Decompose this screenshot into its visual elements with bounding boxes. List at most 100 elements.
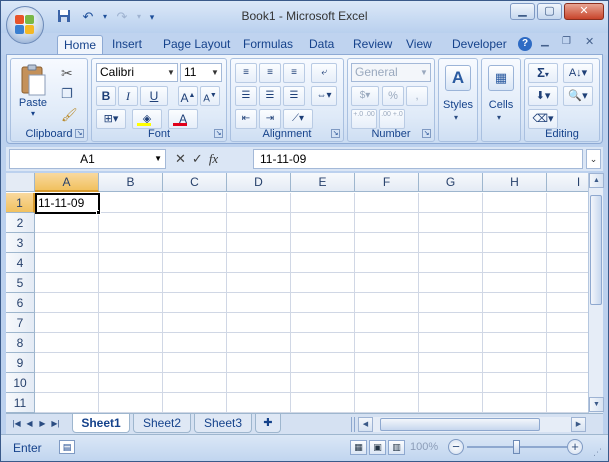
tab-data[interactable]: Data (303, 35, 340, 55)
scroll-left-icon[interactable]: ◀ (358, 417, 373, 432)
row-header-2[interactable]: 2 (6, 213, 35, 233)
scroll-down-icon[interactable]: ▼ (589, 397, 604, 412)
tab-developer[interactable]: Developer (446, 35, 513, 55)
column-header-i[interactable]: I (547, 173, 588, 192)
number-format-combo[interactable]: General ▼ (351, 63, 431, 82)
column-header-f[interactable]: F (355, 173, 419, 192)
wrap-text-icon[interactable]: ⤶ (311, 63, 337, 83)
worksheet-grid[interactable]: A B C D E F G H I 1 2 3 4 5 6 7 8 9 10 11 11-11-09 (6, 173, 588, 413)
row-header-10[interactable]: 10 (6, 373, 35, 393)
styles-dropdown-icon[interactable]: ▾ (454, 113, 458, 122)
find-select-icon[interactable]: 🔍▾ (563, 86, 593, 106)
row-header-3[interactable]: 3 (6, 233, 35, 253)
tab-review[interactable]: Review (347, 35, 398, 55)
vertical-scrollbar[interactable]: ▲ ▼ (588, 173, 604, 413)
sheet-tab-sheet1[interactable]: Sheet1 (72, 414, 130, 433)
column-header-h[interactable]: H (483, 173, 547, 192)
tab-formulas[interactable]: Formulas (237, 35, 299, 55)
resize-grip-icon[interactable]: ⋰ (593, 447, 602, 458)
next-sheet-icon[interactable]: ▶ (37, 417, 48, 431)
italic-button[interactable]: I (118, 86, 138, 106)
increase-indent-icon[interactable]: ⇥ (259, 109, 281, 129)
scroll-up-icon[interactable]: ▲ (589, 173, 604, 188)
decrease-decimal-button[interactable]: .00 +.0 (379, 109, 405, 129)
normal-view-icon[interactable]: ▦ (350, 440, 367, 455)
clear-icon[interactable]: ⌫▾ (528, 109, 558, 129)
copy-icon[interactable]: ❐ (61, 86, 73, 102)
align-center-icon[interactable]: ☰ (259, 86, 281, 106)
page-break-view-icon[interactable]: ▥ (388, 440, 405, 455)
font-launcher-icon[interactable]: ↘ (214, 129, 223, 138)
close-button[interactable]: ✕ (564, 3, 604, 20)
styles-button[interactable]: A (442, 65, 474, 91)
align-right-icon[interactable]: ☰ (283, 86, 305, 106)
cancel-entry-icon[interactable]: ✕ (175, 151, 186, 167)
currency-icon[interactable]: $▾ (351, 86, 379, 106)
vertical-scroll-thumb[interactable] (590, 195, 602, 305)
clipboard-launcher-icon[interactable]: ↘ (75, 129, 84, 138)
cells-button[interactable]: ▦ (485, 65, 517, 91)
maximize-button[interactable]: ▢ (537, 3, 562, 20)
tab-insert[interactable]: Insert (106, 35, 148, 55)
font-color-icon[interactable]: A (168, 109, 198, 129)
shrink-font-icon[interactable]: A▼ (200, 86, 220, 106)
row-header-8[interactable]: 8 (6, 333, 35, 353)
row-header-1[interactable]: 1 (6, 193, 35, 213)
cut-icon[interactable]: ✂ (61, 65, 73, 82)
decrease-indent-icon[interactable]: ⇤ (235, 109, 257, 129)
tab-page-layout[interactable]: Page Layout (157, 35, 236, 55)
borders-icon[interactable]: ⊞▾ (96, 109, 126, 129)
confirm-entry-icon[interactable]: ✓ (192, 151, 203, 167)
column-header-e[interactable]: E (291, 173, 355, 192)
bold-button[interactable]: B (96, 86, 116, 106)
font-name-dropdown-icon[interactable]: ▼ (165, 64, 177, 81)
sort-filter-icon[interactable]: A↓▾ (563, 63, 593, 83)
row-header-4[interactable]: 4 (6, 253, 35, 273)
formula-input[interactable]: 11-11-09 (253, 149, 583, 169)
percent-button[interactable]: % (382, 86, 404, 106)
macro-recording-icon[interactable]: ▤ (59, 440, 75, 454)
cells-dropdown-icon[interactable]: ▾ (497, 113, 501, 122)
font-size-combo[interactable]: 11 ▼ (180, 63, 222, 82)
zoom-level[interactable]: 100% (410, 441, 438, 453)
zoom-slider-knob[interactable] (513, 440, 520, 454)
tab-home[interactable]: Home (57, 35, 104, 55)
paste-dropdown-icon[interactable]: ▾ (15, 109, 51, 118)
office-button[interactable] (6, 6, 44, 44)
scroll-right-icon[interactable]: ▶ (571, 417, 586, 432)
zoom-out-icon[interactable]: − (448, 439, 464, 455)
format-painter-icon[interactable]: 🖌 (61, 107, 78, 123)
cells-group[interactable]: ▦ Cells ▾ (481, 58, 521, 142)
orientation-icon[interactable]: ⟋▾ (283, 109, 313, 129)
bottom-align-icon[interactable]: ≡ (283, 63, 305, 83)
fill-color-icon[interactable]: ◈ (132, 109, 162, 129)
last-sheet-icon[interactable]: ▶| (50, 417, 61, 431)
autosum-button[interactable]: Σ▾ (528, 63, 558, 83)
zoom-in-icon[interactable]: + (567, 439, 583, 455)
number-format-dropdown-icon[interactable]: ▼ (418, 64, 430, 81)
grow-font-icon[interactable]: A▲ (178, 86, 198, 106)
top-align-icon[interactable]: ≡ (235, 63, 257, 83)
middle-align-icon[interactable]: ≡ (259, 63, 281, 83)
ribbon-minimize-icon[interactable]: ▁ (541, 36, 549, 47)
name-box-dropdown-icon[interactable]: ▼ (154, 150, 162, 168)
help-icon[interactable]: ? (518, 37, 532, 51)
horizontal-scrollbar[interactable]: ◀ ▶ (358, 417, 586, 432)
insert-sheet-icon[interactable]: ✚ (255, 414, 281, 433)
select-all-corner[interactable] (6, 173, 35, 192)
align-left-icon[interactable]: ☰ (235, 86, 257, 106)
tab-split-handle[interactable] (351, 417, 355, 432)
first-sheet-icon[interactable]: |◀ (11, 417, 22, 431)
styles-group[interactable]: A Styles ▾ (438, 58, 478, 142)
row-header-11[interactable]: 11 (6, 393, 35, 413)
increase-decimal-button[interactable]: +.0 .00 (351, 109, 377, 129)
alignment-launcher-icon[interactable]: ↘ (331, 129, 340, 138)
row-header-7[interactable]: 7 (6, 313, 35, 333)
row-header-9[interactable]: 9 (6, 353, 35, 373)
ribbon-close-icon[interactable]: ✕ (585, 35, 594, 48)
fill-icon[interactable]: ⬇▾ (528, 86, 558, 106)
merge-center-icon[interactable]: ⇔▾ (311, 86, 337, 106)
underline-button[interactable]: U (140, 86, 168, 106)
font-name-combo[interactable]: Calibri ▼ (96, 63, 178, 82)
insert-function-button[interactable]: fx (209, 151, 218, 167)
